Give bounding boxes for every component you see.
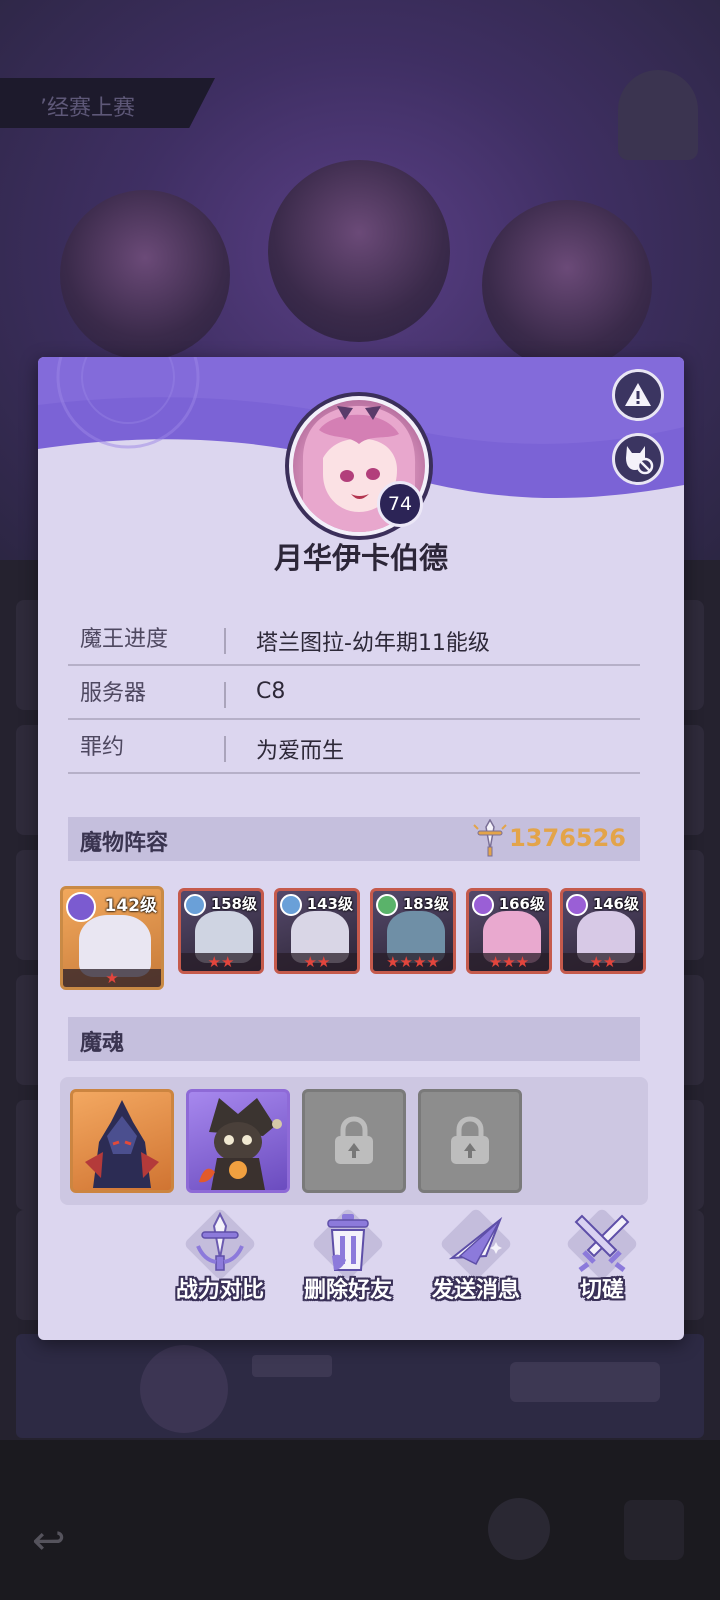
player-profile-dialog: 74 月华伊卡伯德 魔王进度 塔兰图拉-幼年期11能级 服务器 C8 罪约 为爱… [38,357,684,1340]
total-power-value: 1376526 [509,824,626,852]
souls-title: 魔魂 [80,1031,125,1056]
hero-portrait [79,915,151,977]
faction-icon [566,894,588,916]
action-label: 删除好友 [303,1278,392,1303]
back-arrow-icon[interactable]: ↩ [32,1518,66,1564]
trash-icon [327,1214,369,1271]
info-row-pact: 罪约 为爱而生 [68,719,640,774]
info-label: 服务器 [80,681,147,706]
send-message-icon [448,1216,503,1265]
hero-star-rating: ★★ [181,953,261,971]
lock-icon [335,1116,373,1164]
report-button[interactable] [612,369,664,421]
lock-icon [451,1116,489,1164]
soul-slot[interactable] [186,1089,290,1193]
dark-knight-soul-portrait [85,1100,159,1188]
info-value: 为爱而生 [256,739,345,764]
hero-star-rating: ★★ [563,953,643,971]
send-message-button[interactable]: 发送消息 [424,1207,528,1312]
faction-icon [280,894,302,916]
sword-power-icon [473,819,507,857]
info-label: 魔王进度 [80,627,169,652]
compare-power-icon [196,1212,244,1271]
nav-ranking-icon[interactable] [488,1498,550,1560]
action-label: 发送消息 [431,1278,520,1303]
info-value: C8 [256,679,286,704]
divider [224,682,226,708]
background-avatar [140,1345,228,1433]
hero-star-rating: ★ [63,969,161,987]
hero-slot[interactable]: 146级 ★★ [560,888,646,974]
lineup-section-header: 魔物阵容 1376526 [68,817,640,861]
spar-button[interactable]: 切磋 [550,1207,654,1312]
bottom-nav [0,1440,720,1600]
info-row-server: 服务器 C8 [68,665,640,720]
background-portrait-center [268,160,450,342]
soul-slot-locked[interactable] [302,1089,406,1193]
hero-slot[interactable]: 158级 ★★ [178,888,264,974]
action-label: 战力对比 [175,1278,264,1303]
info-label: 罪约 [80,735,125,760]
hero-slot[interactable]: 143级 ★★ [274,888,360,974]
hero-slot[interactable]: 166级 ★★★ [466,888,552,974]
background-banner: ’经赛上赛 [0,78,215,128]
faction-icon [376,894,398,916]
divider [224,628,226,654]
crossed-swords-icon [574,1214,630,1272]
souls-section-header: 魔魂 [68,1017,640,1061]
hero-star-rating: ★★ [277,953,357,971]
background-banner-text: ’经赛上赛 [40,96,135,121]
background-character [618,70,698,160]
faction-icon [184,894,206,916]
delete-friend-button[interactable]: 删除好友 [296,1207,400,1312]
faction-icon [66,892,96,922]
info-row-progress: 魔王进度 塔兰图拉-幼年期11能级 [68,611,640,666]
hero-level: 142级 [104,896,158,916]
hero-star-rating: ★★★★ [373,953,453,971]
background-portrait-right [482,200,652,370]
background-portrait-left [60,190,230,360]
action-label: 切磋 [579,1278,624,1303]
soul-slot[interactable] [70,1089,174,1193]
faction-icon [472,894,494,916]
warning-icon [625,383,651,406]
compare-power-button[interactable]: 战力对比 [168,1207,272,1312]
background-badge [510,1362,660,1402]
jester-soul-portrait [199,1098,282,1190]
background-name [252,1355,332,1377]
hero-slot[interactable]: 142级 ★ [60,886,164,990]
block-button[interactable] [612,433,664,485]
block-cat-icon [626,446,654,475]
player-name: 月华伊卡伯德 [273,541,448,575]
player-level-badge: 74 [377,481,423,527]
soul-slot-locked[interactable] [418,1089,522,1193]
hero-star-rating: ★★★ [469,953,549,971]
nav-shop-icon[interactable] [624,1500,684,1560]
lineup-title: 魔物阵容 [80,831,169,856]
soul-slots-panel [60,1077,648,1205]
hero-slot[interactable]: 183级 ★★★★ [370,888,456,974]
info-value: 塔兰图拉-幼年期11能级 [256,631,490,656]
divider [224,736,226,762]
